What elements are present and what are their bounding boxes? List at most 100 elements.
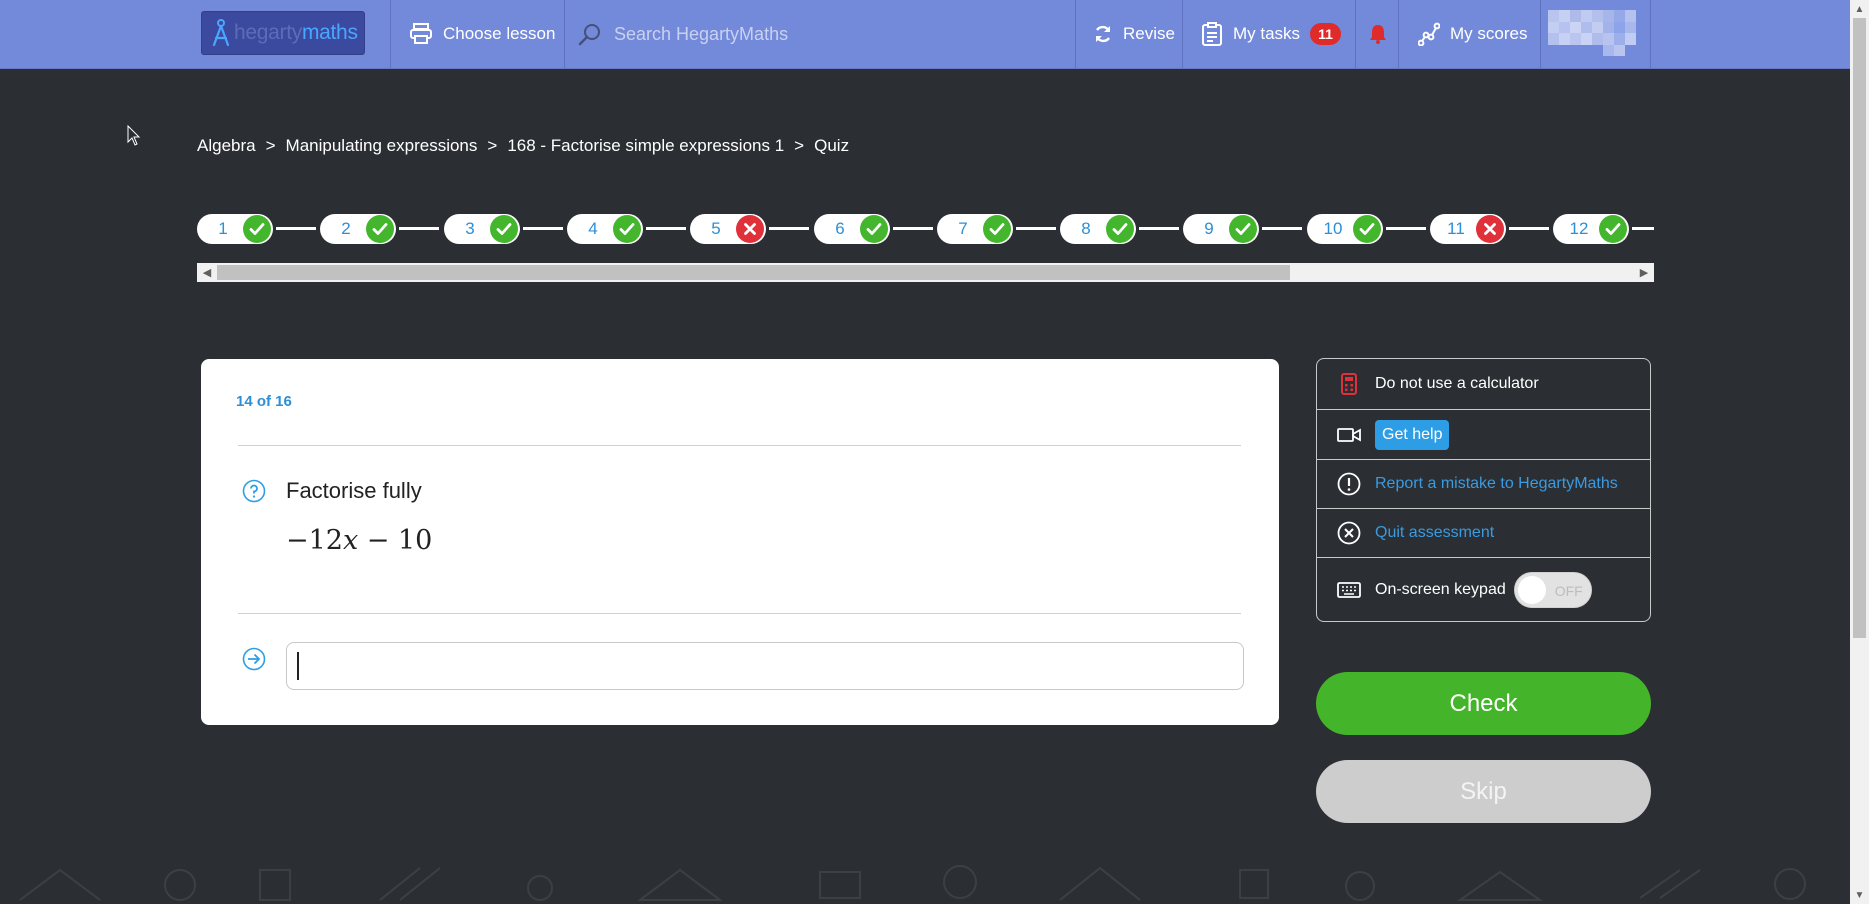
- search-bar: [578, 0, 994, 68]
- scrollbar-thumb[interactable]: [217, 265, 1290, 280]
- top-navbar: hegartymaths Choose lesson Revise: [0, 0, 1850, 69]
- nav-divider: [1355, 0, 1356, 68]
- step-number: 10: [1323, 219, 1343, 238]
- tasks-count-badge: 11: [1310, 23, 1341, 45]
- breadcrumb-separator: >: [265, 136, 276, 155]
- expr-constant: − 10: [358, 525, 433, 556]
- search-input[interactable]: [614, 23, 994, 45]
- step-connector: [1139, 227, 1179, 230]
- step-number: 1: [218, 219, 228, 238]
- my-scores-label: My scores: [1450, 24, 1528, 43]
- scroll-up-icon[interactable]: ▲: [1850, 0, 1869, 18]
- check-icon: [860, 215, 888, 243]
- steps-horizontal-scrollbar[interactable]: ◀ ▶: [197, 263, 1654, 282]
- revise-button[interactable]: Revise: [1093, 0, 1175, 68]
- step-connector: [1632, 227, 1654, 230]
- mouse-cursor-icon: [127, 125, 141, 146]
- breadcrumb-item[interactable]: Algebra: [197, 136, 256, 156]
- nav-divider: [1650, 0, 1651, 68]
- report-mistake-row[interactable]: Report a mistake to HegartyMaths: [1317, 460, 1650, 508]
- step-connector: [1386, 227, 1426, 230]
- quit-assessment-link[interactable]: Quit assessment: [1375, 524, 1494, 542]
- calculator-notice-text: Do not use a calculator: [1375, 375, 1539, 392]
- get-help-button[interactable]: Get help: [1375, 419, 1450, 450]
- page-vertical-scrollbar[interactable]: ▲ ▼: [1850, 0, 1869, 904]
- choose-lesson-button[interactable]: Choose lesson: [409, 0, 555, 68]
- step-number: 2: [341, 219, 351, 238]
- scroll-left-icon[interactable]: ◀: [197, 263, 217, 282]
- logo-text-maths: maths: [301, 21, 358, 44]
- step-connector: [276, 227, 316, 230]
- breadcrumb-item[interactable]: 168 - Factorise simple expressions 1: [507, 136, 784, 156]
- keypad-row: On-screen keypad OFF: [1317, 558, 1650, 621]
- question-expression: −12x − 10: [286, 525, 432, 556]
- bell-icon: [1370, 25, 1386, 44]
- step-number: 8: [1081, 219, 1091, 238]
- check-icon: [366, 215, 394, 243]
- step-connector: [769, 227, 809, 230]
- breadcrumb-separator: >: [794, 136, 805, 155]
- progress-step[interactable]: 11: [1430, 212, 1549, 246]
- question-counter: 14 of 16: [236, 393, 292, 410]
- check-icon: [243, 215, 271, 243]
- progress-step[interactable]: 4: [567, 212, 686, 246]
- progress-step[interactable]: 6: [814, 212, 933, 246]
- arrow-right-circle-icon: [242, 647, 266, 671]
- nav-divider: [1540, 0, 1541, 68]
- question-tools-panel: Do not use a calculator Get help Report …: [1316, 358, 1651, 622]
- step-connector: [1016, 227, 1056, 230]
- hegartymaths-logo[interactable]: hegartymaths: [201, 11, 365, 55]
- breadcrumb-item-current: Quiz: [814, 136, 850, 155]
- calculator-icon: [1337, 372, 1361, 396]
- report-mistake-link[interactable]: Report a mistake to HegartyMaths: [1375, 475, 1618, 493]
- step-number: 7: [958, 219, 968, 238]
- text-caret: [297, 652, 299, 680]
- avatar[interactable]: [1548, 10, 1636, 56]
- breadcrumb-item[interactable]: Manipulating expressions: [286, 136, 478, 156]
- my-tasks-button[interactable]: My tasks 11: [1201, 0, 1341, 68]
- step-number: 12: [1569, 219, 1589, 238]
- check-icon: [613, 215, 641, 243]
- search-icon: [578, 24, 600, 46]
- progress-step[interactable]: 12: [1553, 212, 1654, 246]
- step-number: 5: [711, 219, 721, 238]
- nav-divider: [1398, 0, 1399, 68]
- scroll-right-icon[interactable]: ▶: [1634, 263, 1654, 282]
- progress-step[interactable]: 5: [690, 212, 809, 246]
- calculator-notice: Do not use a calculator: [1317, 359, 1650, 409]
- graph-icon: [1418, 22, 1440, 46]
- check-icon: [1229, 215, 1257, 243]
- clipboard-icon: [1202, 22, 1222, 46]
- question-prompt: Factorise fully: [286, 478, 422, 503]
- scrollbar-thumb[interactable]: [1853, 18, 1866, 638]
- progress-step[interactable]: 9: [1183, 212, 1302, 246]
- check-icon: [490, 215, 518, 243]
- refresh-icon: [1095, 25, 1111, 43]
- expr-variable: x: [342, 525, 359, 556]
- video-camera-icon: [1337, 423, 1361, 447]
- check-button[interactable]: Check: [1316, 672, 1651, 735]
- notifications-button[interactable]: [1369, 0, 1397, 68]
- scroll-down-icon[interactable]: ▼: [1850, 886, 1869, 904]
- progress-step[interactable]: 2: [320, 212, 439, 246]
- check-icon: [1106, 215, 1134, 243]
- cross-icon: [1476, 215, 1504, 243]
- progress-step[interactable]: 7: [937, 212, 1056, 246]
- divider: [238, 445, 1241, 446]
- step-number: 6: [835, 219, 845, 238]
- breadcrumb: Algebra > Manipulating expressions > 168…: [197, 136, 849, 156]
- my-scores-button[interactable]: My scores: [1418, 0, 1527, 68]
- background-doodle-pattern: [19, 865, 1806, 901]
- answer-input[interactable]: [286, 642, 1244, 690]
- check-icon: [1353, 215, 1381, 243]
- progress-step[interactable]: 8: [1060, 212, 1179, 246]
- skip-button[interactable]: Skip: [1316, 760, 1651, 823]
- progress-step[interactable]: 1: [197, 212, 316, 246]
- toggle-state: OFF: [1554, 582, 1583, 599]
- quit-assessment-row[interactable]: Quit assessment: [1317, 509, 1650, 557]
- question-progress-steps: 1 2 3 4 5 6 7 8 9 10 11 12: [197, 212, 1654, 246]
- keypad-toggle[interactable]: OFF: [1513, 571, 1592, 608]
- progress-step[interactable]: 3: [444, 212, 563, 246]
- breadcrumb-separator: >: [487, 136, 498, 155]
- progress-step[interactable]: 10: [1307, 212, 1426, 246]
